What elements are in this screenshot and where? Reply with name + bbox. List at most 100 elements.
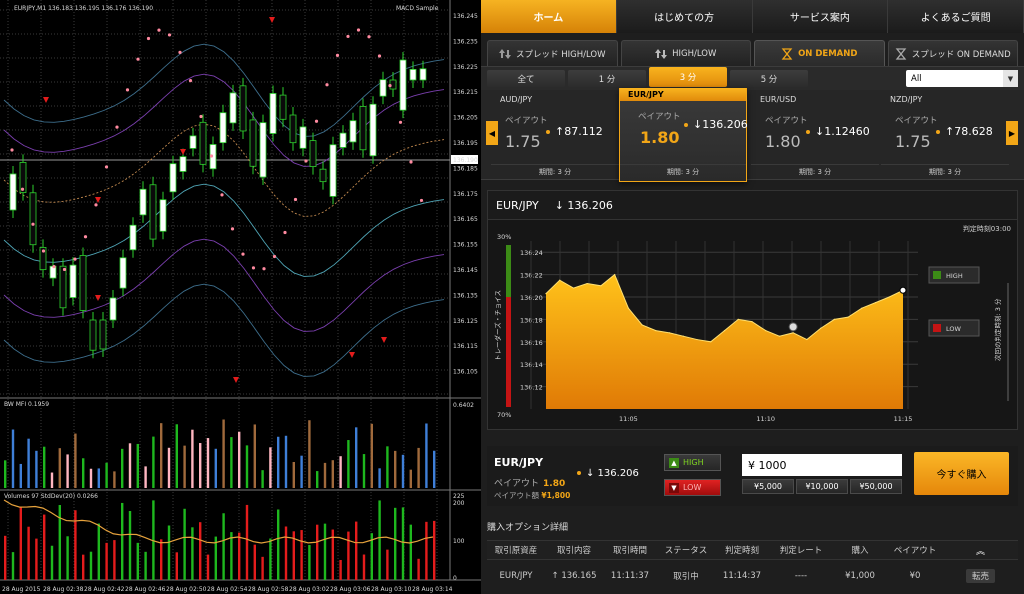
mode-tab-spread-on-demand[interactable]: スプレッド ON DEMAND bbox=[887, 40, 1018, 66]
price-point bbox=[668, 332, 671, 334]
arrow-up-icon bbox=[933, 271, 941, 279]
mfi-bar bbox=[339, 456, 342, 488]
sar-dot bbox=[83, 235, 88, 239]
mfi-bar bbox=[128, 443, 132, 488]
mode-tab-label: スプレッド HIGH/LOW bbox=[516, 49, 606, 60]
period-1min-button[interactable]: 1 分 bbox=[568, 70, 646, 87]
high-button[interactable]: ▲ HIGH bbox=[664, 454, 721, 471]
mode-tab-spread-highlow[interactable]: スプレッド HIGH/LOW bbox=[487, 40, 618, 66]
volume-bar bbox=[222, 513, 225, 580]
price-tick-label: 136.135 bbox=[453, 292, 478, 299]
mode-tab-highlow[interactable]: HIGH/LOW bbox=[620, 40, 751, 66]
chart-high-label: HIGH bbox=[946, 272, 963, 280]
price-tick-label: 136.125 bbox=[453, 318, 478, 325]
collapse-button[interactable]: ︽ bbox=[943, 544, 1018, 557]
sar-dot bbox=[157, 28, 161, 32]
chevron-right-icon: ▶ bbox=[1008, 128, 1016, 138]
nav-tab-home[interactable]: ホーム bbox=[481, 0, 617, 33]
mfi-bar bbox=[167, 447, 171, 488]
mfi-bar bbox=[121, 448, 124, 488]
time-axis-label: 28 Aug 02:58 bbox=[248, 586, 289, 593]
candle-body bbox=[169, 163, 177, 193]
candle-body bbox=[179, 156, 187, 172]
price-tick-label: 136.185 bbox=[453, 165, 478, 172]
mode-tab-label: ON DEMAND bbox=[798, 48, 858, 59]
high-button-label: HIGH bbox=[683, 458, 704, 467]
sar-dot bbox=[398, 120, 403, 124]
price-tick-label: 136.195 bbox=[453, 140, 478, 147]
price-tick-label: 136.145 bbox=[453, 267, 478, 274]
column-header: 判定時刻 bbox=[724, 546, 759, 556]
sar-dot bbox=[167, 33, 172, 37]
quick-amount-10000-button[interactable]: ¥10,000 bbox=[796, 479, 848, 494]
pair-card-eurjpy[interactable]: EUR/JPY ペイアウト ↓136.206 1.80 期間: 3 分 bbox=[619, 88, 748, 182]
mode-tab-on-demand[interactable]: ON DEMAND bbox=[754, 40, 885, 66]
sar-dot bbox=[346, 34, 350, 39]
price-point bbox=[874, 302, 877, 304]
mfi-bar bbox=[199, 443, 202, 488]
resell-button[interactable]: 転売 bbox=[965, 569, 995, 583]
mt4-chart-window: EURJPY,M1 136.183 136.195 136.176 136.19… bbox=[0, 0, 481, 594]
sar-dot bbox=[41, 249, 46, 253]
current-price-dot bbox=[899, 286, 907, 294]
amount-input[interactable]: ¥ 1000 bbox=[742, 454, 902, 476]
volume-bar bbox=[89, 551, 93, 580]
buy-payout-amount-label: ペイアウト額 bbox=[494, 491, 539, 500]
table-row: EUR/JPY ↑ 136.165 11:11:37 取引中 11:14:37 … bbox=[487, 566, 1018, 586]
quick-amount-5000-button[interactable]: ¥5,000 bbox=[742, 479, 794, 494]
volume-bar bbox=[253, 544, 256, 580]
price-tick-label: 136.235 bbox=[453, 38, 478, 45]
period-all-button[interactable]: 全て bbox=[487, 70, 565, 87]
chart-low-label: LOW bbox=[946, 325, 962, 333]
period-5min-button[interactable]: 5 分 bbox=[730, 70, 808, 87]
volume-bar bbox=[269, 538, 272, 580]
mfi-bar bbox=[105, 462, 108, 488]
sar-dot bbox=[73, 257, 77, 261]
price-tick-label: 136.215 bbox=[453, 89, 478, 96]
period-3min-button[interactable]: 3 分 bbox=[649, 66, 727, 87]
volume-bar bbox=[284, 526, 288, 580]
price-point bbox=[820, 327, 822, 329]
mfi-bar bbox=[50, 472, 54, 488]
pair-card-nzdjpy[interactable]: NZD/JPY ペイアウト ↑78.628 1.75 期間: 3 分 bbox=[881, 90, 1009, 180]
asset-filter-select[interactable]: All ▼ bbox=[906, 70, 1018, 87]
candle-body bbox=[59, 265, 67, 309]
volume-bar bbox=[323, 523, 327, 580]
price-tick-label: 136.175 bbox=[453, 191, 478, 198]
price-point bbox=[765, 330, 767, 332]
time-axis-label: 28 Aug 02:46 bbox=[125, 586, 166, 593]
x-tick-label: 11:05 bbox=[619, 415, 638, 423]
nav-tab-beginners[interactable]: はじめての方 bbox=[616, 0, 753, 33]
payout-label: ペイアウト bbox=[505, 116, 548, 126]
volume-bar bbox=[183, 508, 186, 580]
pair-rate-value: ↓136.206 bbox=[693, 118, 748, 131]
sar-dot bbox=[199, 114, 203, 119]
mfi-bar bbox=[35, 450, 38, 488]
sar-dot bbox=[52, 265, 56, 269]
candle-body bbox=[149, 184, 157, 240]
countdown-label: 次回の判定時刻: 3 分 bbox=[993, 298, 1002, 361]
sar-dot bbox=[10, 148, 14, 152]
mfi-bar bbox=[4, 460, 7, 488]
price-tick-label: 136.105 bbox=[453, 369, 478, 376]
quick-amount-50000-button[interactable]: ¥50,000 bbox=[850, 479, 902, 494]
mfi-bar bbox=[19, 463, 22, 488]
trade-mode-tabs: スプレッド HIGH/LOW HIGH/LOW ON DEMAND スプレッド … bbox=[481, 40, 1024, 66]
carousel-next-button[interactable]: ▶ bbox=[1006, 121, 1018, 145]
pair-card-eurusd[interactable]: EUR/USD ペイアウト ↓1.12460 1.80 期間: 3 分 bbox=[751, 90, 879, 180]
sar-dot bbox=[188, 79, 193, 83]
payout-label: ペイアウト bbox=[765, 116, 808, 126]
mfi-bar bbox=[183, 445, 186, 488]
payout-value: 1.75 bbox=[505, 132, 541, 151]
mfi-bar bbox=[355, 427, 358, 488]
low-button[interactable]: ▼ LOW bbox=[664, 479, 721, 496]
cell-judge-time: 11:14:37 bbox=[722, 571, 762, 581]
currency-pair-carousel: ◀ AUD/JPY ペイアウト ↑87.112 1.75 期間: 3 分 EUR… bbox=[481, 88, 1024, 182]
buy-now-button[interactable]: 今すぐ購入 bbox=[914, 452, 1009, 495]
pair-card-audjpy[interactable]: AUD/JPY ペイアウト ↑87.112 1.75 期間: 3 分 bbox=[491, 90, 619, 180]
cell-judge-rate: ---- bbox=[794, 571, 808, 581]
nav-tab-services[interactable]: サービス案内 bbox=[752, 0, 889, 33]
nav-tab-faq[interactable]: よくあるご質問 bbox=[888, 0, 1024, 33]
mfi-bar bbox=[82, 458, 85, 488]
sar-dot bbox=[178, 50, 182, 55]
